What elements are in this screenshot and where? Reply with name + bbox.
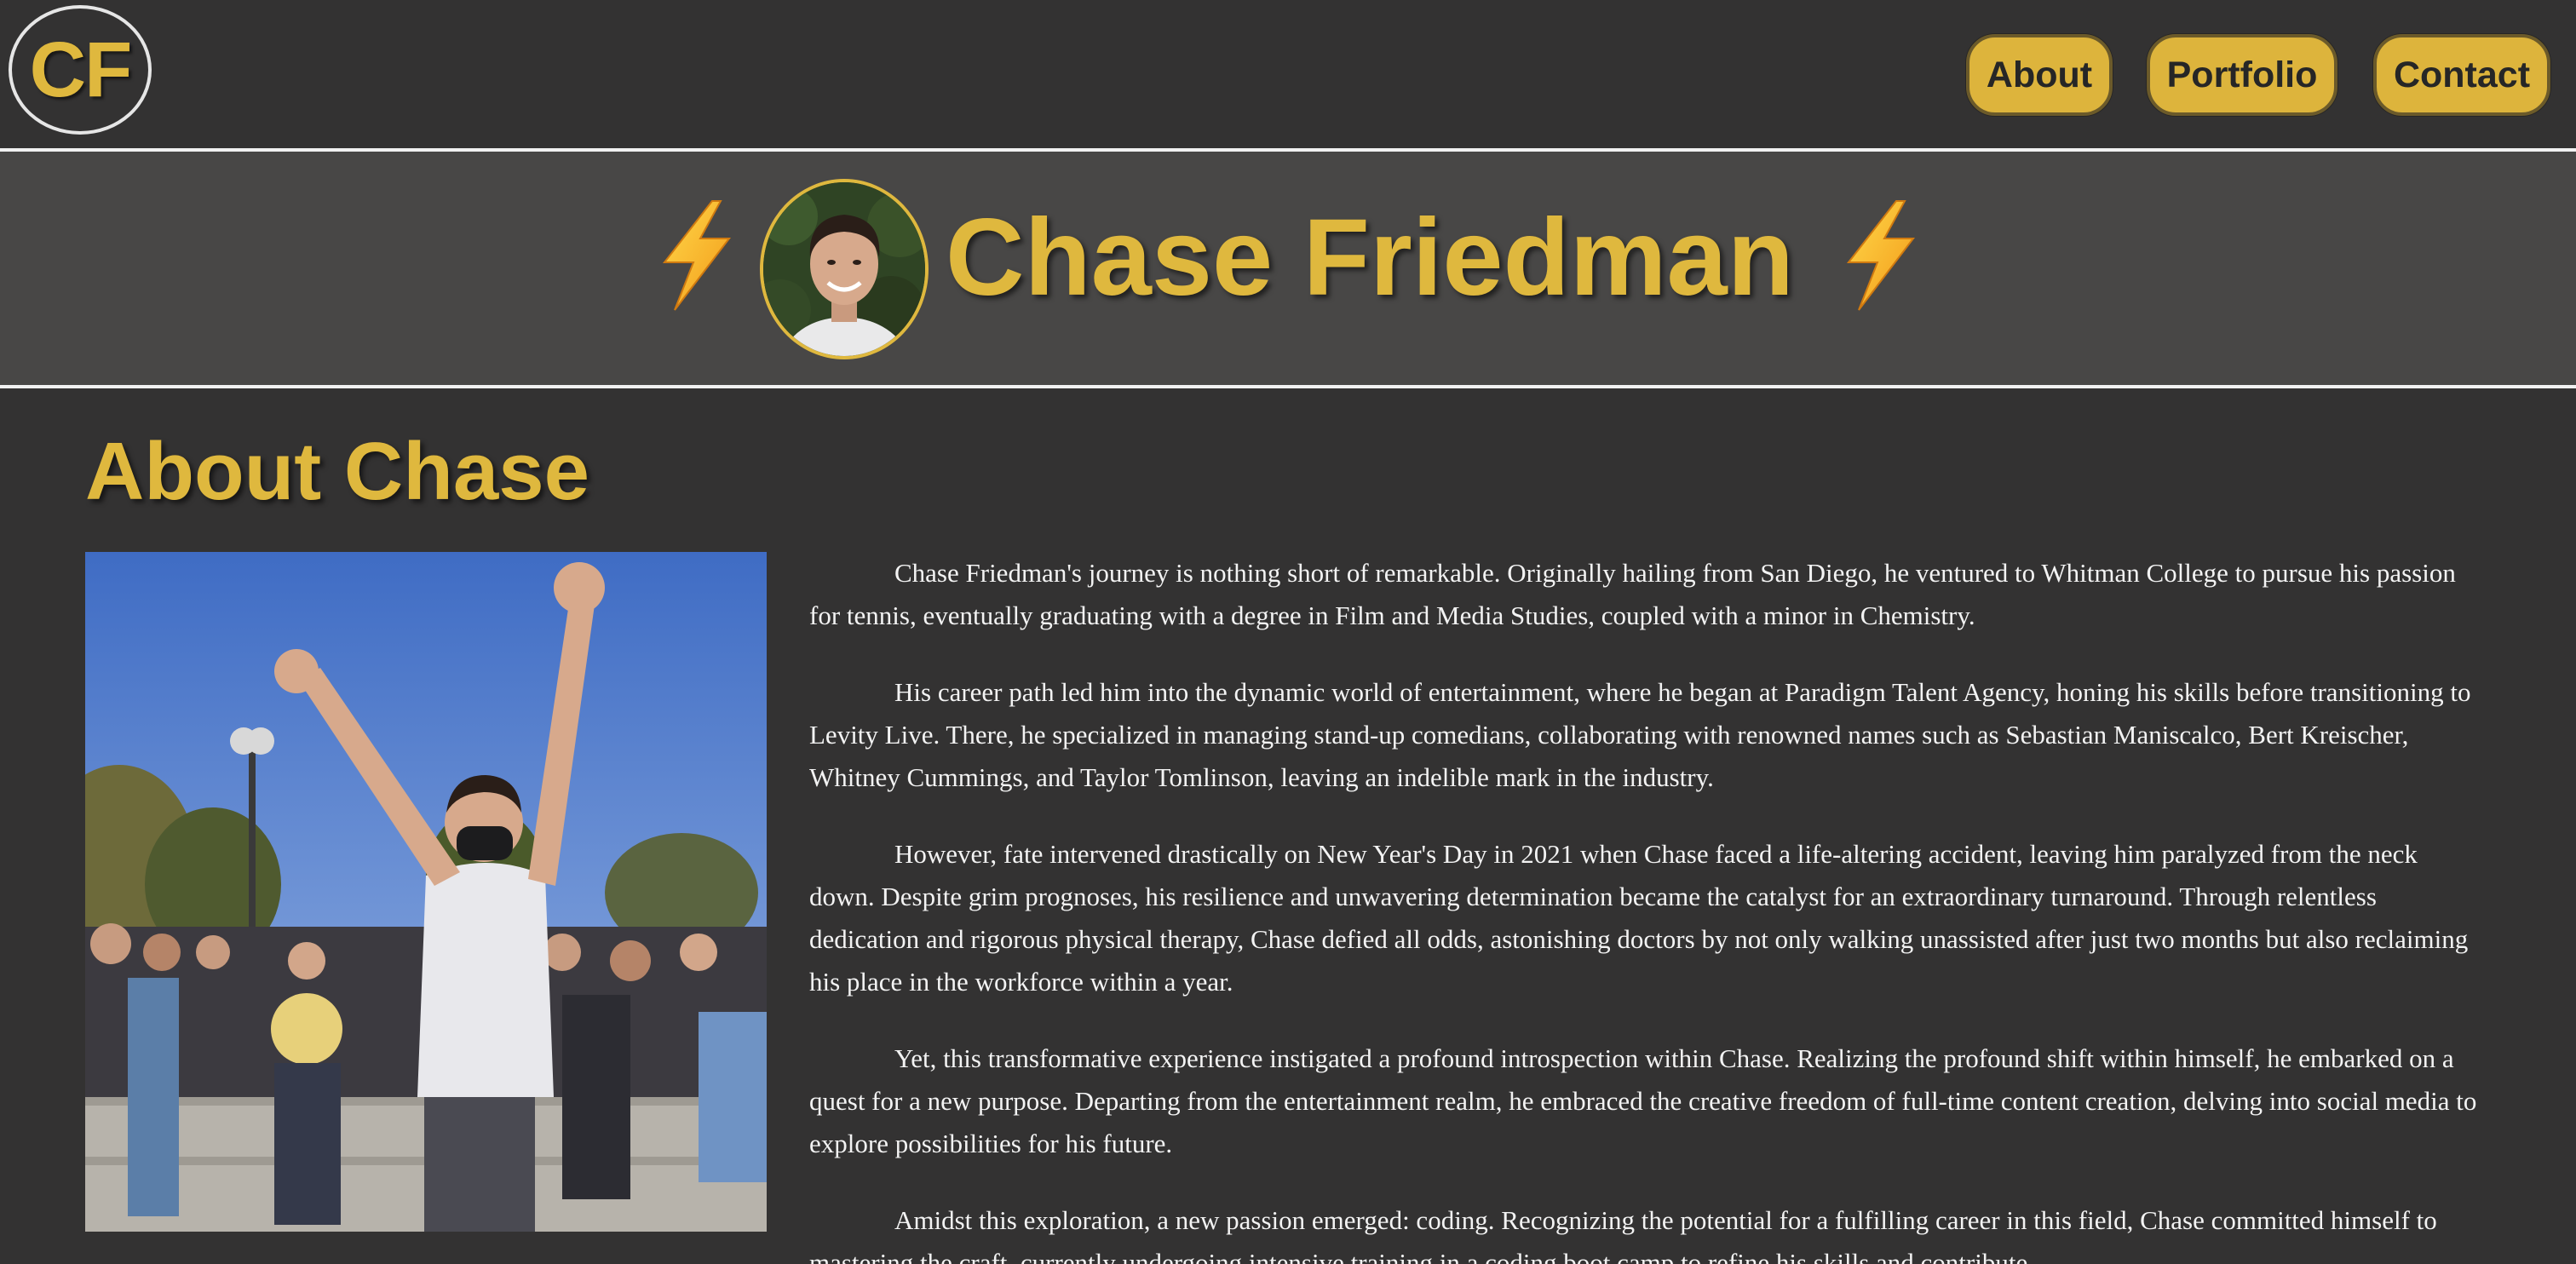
hero-banner: Chase Friedman	[0, 152, 2576, 385]
profile-photo	[763, 182, 925, 356]
nav-about-button[interactable]: About	[1966, 34, 2113, 116]
about-photo	[85, 552, 767, 1232]
bio-paragraph: However, fate intervened drastically on …	[809, 839, 2469, 997]
bio-paragraph: Amidst this exploration, a new passion e…	[809, 1205, 2437, 1264]
bio-paragraph: Yet, this transformative experience inst…	[809, 1043, 2477, 1158]
top-nav-bar: CF About Portfolio Contact	[0, 0, 2576, 148]
about-bio: Chase Friedman's journey is nothing shor…	[809, 552, 2487, 1264]
hero-divider	[0, 385, 2576, 388]
lightning-bolt-icon	[1846, 200, 1916, 311]
hero-name: Chase Friedman	[946, 197, 1794, 319]
about-heading: About Chase	[85, 426, 590, 517]
bio-paragraph: His career path led him into the dynamic…	[809, 677, 2471, 792]
nav-portfolio-button[interactable]: Portfolio	[2147, 34, 2337, 116]
cf-logo[interactable]: CF	[9, 5, 152, 135]
lightning-bolt-icon	[662, 200, 732, 311]
nav-contact-button[interactable]: Contact	[2373, 34, 2550, 116]
profile-avatar	[760, 179, 929, 359]
celebration-photo	[85, 552, 767, 1232]
bio-paragraph: Chase Friedman's journey is nothing shor…	[809, 558, 2456, 630]
